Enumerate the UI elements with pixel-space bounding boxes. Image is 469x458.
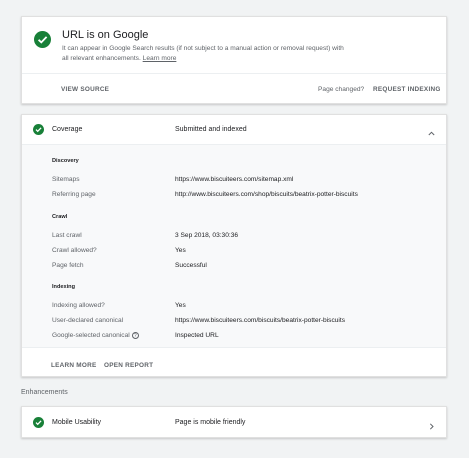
coverage-status: Submitted and indexed xyxy=(175,126,247,133)
crawl-allowed-value: Yes xyxy=(175,247,186,254)
sitemap-value: https://www.biscuiteers.com/sitemap.xml xyxy=(175,176,294,183)
check-circle-icon xyxy=(34,31,51,48)
coverage-header[interactable]: Coverage Submitted and indexed xyxy=(22,115,446,144)
detail-label: Crawl allowed? xyxy=(52,247,97,254)
enhancements-heading: Enhancements xyxy=(21,389,68,396)
enhancement-label: Mobile Usability xyxy=(52,419,102,426)
page-changed-label: Page changed? xyxy=(318,86,365,93)
google-canonical-value: Inspected URL xyxy=(175,332,219,339)
detail-label: User-declared canonical xyxy=(52,317,124,324)
check-circle-icon xyxy=(33,124,44,135)
url-status-card: URL is on Google It can appear in Google… xyxy=(21,16,447,104)
enhancement-status: Page is mobile friendly xyxy=(175,419,246,426)
learn-more-link[interactable]: Learn more xyxy=(143,55,177,62)
detail-label: Sitemaps xyxy=(52,176,80,183)
detail-label: Page fetch xyxy=(52,262,84,269)
section-title-discovery: Discovery xyxy=(52,158,79,164)
indexing-allowed-value: Yes xyxy=(175,302,186,309)
divider xyxy=(22,73,446,74)
help-icon[interactable]: ? xyxy=(131,332,139,339)
learn-more-button[interactable]: LEARN MORE xyxy=(51,362,96,369)
referring-page-value: http://www.biscuiteers.com/shop/biscuits… xyxy=(175,191,358,198)
coverage-card: Coverage Submitted and indexed Discovery… xyxy=(21,114,447,377)
chevron-right-icon[interactable] xyxy=(427,418,436,436)
open-report-button[interactable]: OPEN REPORT xyxy=(104,362,153,369)
status-description: It can appear in Google Search results (… xyxy=(62,45,344,62)
detail-label: Referring page xyxy=(52,191,96,198)
chevron-up-icon[interactable] xyxy=(427,125,436,143)
section-title-crawl: Crawl xyxy=(52,214,68,220)
page-fetch-value: Successful xyxy=(175,262,207,269)
section-title-indexing: Indexing xyxy=(52,284,75,290)
user-canonical-value: https://www.biscuiteers.com/biscuits/bea… xyxy=(175,317,346,324)
last-crawl-value: 3 Sep 2018, 03:30:36 xyxy=(175,232,239,239)
detail-label: Indexing allowed? xyxy=(52,302,105,309)
detail-label: Last crawl xyxy=(52,232,82,239)
coverage-details: Discovery Sitemaps https://www.biscuitee… xyxy=(22,145,446,347)
request-indexing-button[interactable]: REQUEST INDEXING xyxy=(373,86,441,93)
check-circle-icon xyxy=(33,417,44,428)
coverage-label: Coverage xyxy=(52,126,83,133)
view-source-button[interactable]: VIEW SOURCE xyxy=(61,86,109,93)
detail-label-google-canonical: Google-selected canonical? xyxy=(52,332,139,339)
status-title: URL is on Google xyxy=(62,29,149,41)
divider xyxy=(22,347,446,348)
mobile-usability-row[interactable]: Mobile Usability Page is mobile friendly xyxy=(21,406,447,438)
